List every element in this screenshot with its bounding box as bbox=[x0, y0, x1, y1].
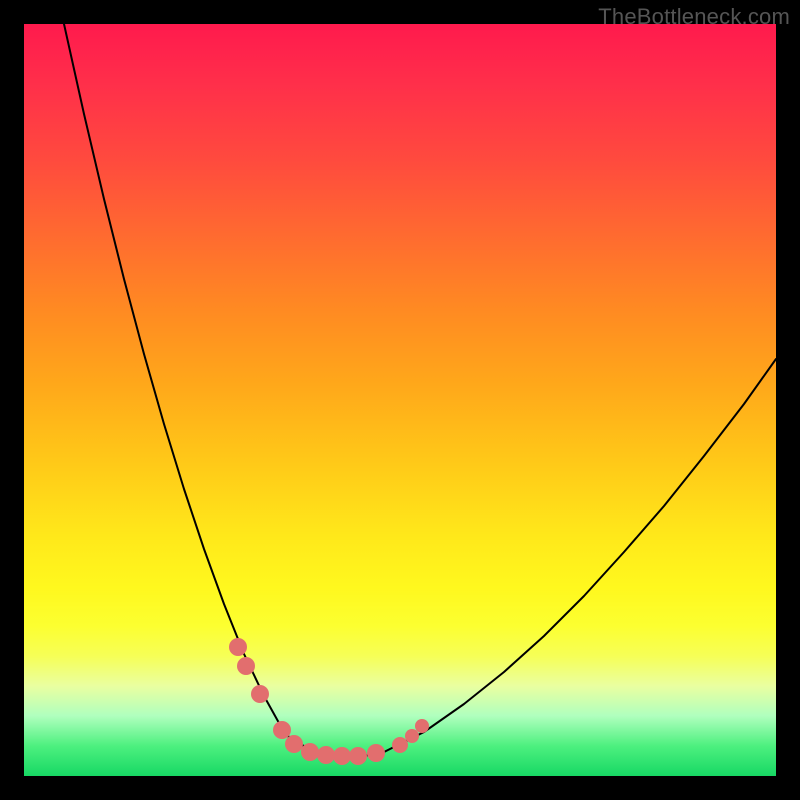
data-marker bbox=[229, 638, 247, 656]
data-marker bbox=[317, 746, 335, 764]
data-marker bbox=[392, 737, 408, 753]
watermark-text: TheBottleneck.com bbox=[598, 4, 790, 30]
chart-frame: TheBottleneck.com bbox=[0, 0, 800, 800]
data-marker bbox=[237, 657, 255, 675]
data-marker bbox=[273, 721, 291, 739]
data-marker bbox=[285, 735, 303, 753]
data-marker bbox=[301, 743, 319, 761]
data-marker bbox=[251, 685, 269, 703]
bottleneck-curve bbox=[64, 24, 776, 756]
curve-layer bbox=[24, 24, 776, 776]
data-marker bbox=[415, 719, 429, 733]
data-markers bbox=[229, 638, 429, 765]
data-marker bbox=[405, 729, 419, 743]
curve-path bbox=[64, 24, 776, 756]
data-marker bbox=[367, 744, 385, 762]
data-marker bbox=[349, 747, 367, 765]
data-marker bbox=[333, 747, 351, 765]
plot-area bbox=[24, 24, 776, 776]
